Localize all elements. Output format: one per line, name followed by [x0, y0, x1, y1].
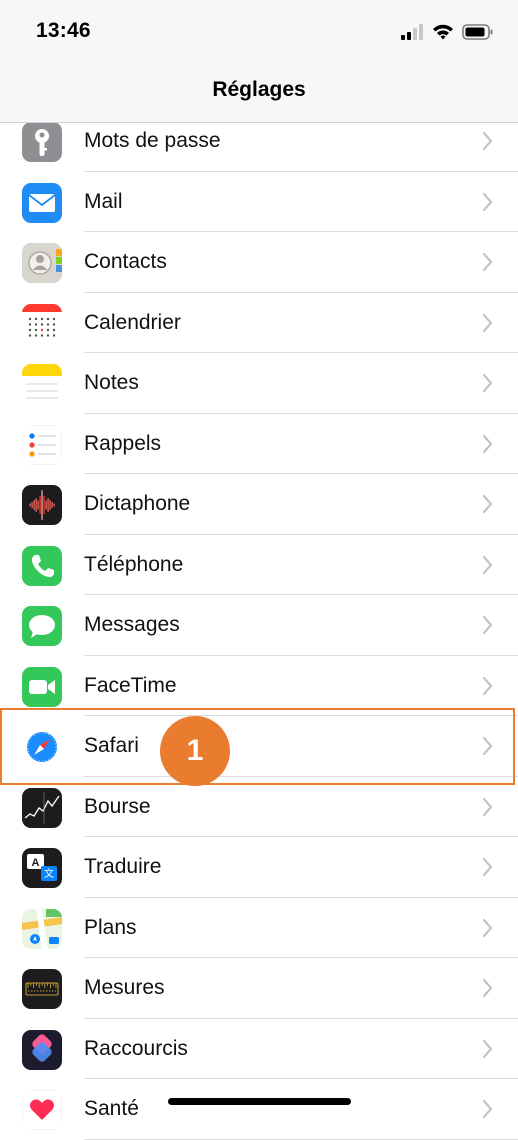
settings-row[interactable]: Contacts	[0, 232, 518, 293]
status-icons	[400, 22, 494, 42]
nav-bar: Réglages	[0, 66, 518, 123]
status-time: 13:46	[36, 19, 91, 42]
wifi-icon	[433, 24, 453, 40]
settings-row[interactable]: Santé	[0, 1079, 518, 1140]
chevron-right-icon	[482, 373, 494, 398]
chevron-right-icon	[482, 1099, 494, 1124]
settings-row-label: Bourse	[84, 794, 151, 818]
cellular-signal-icon	[401, 24, 423, 40]
chevron-right-icon	[482, 615, 494, 640]
settings-row-label: Traduire	[84, 855, 162, 878]
settings-row-label: Mots de passe	[84, 129, 221, 152]
messages-icon	[22, 606, 62, 646]
chevron-right-icon	[482, 555, 494, 580]
settings-row-label: Raccourcis	[84, 1036, 188, 1060]
row-separator	[84, 1138, 518, 1140]
settings-row[interactable]: Plans	[0, 898, 518, 958]
key-icon	[22, 122, 62, 162]
settings-row-label: Téléphone	[84, 552, 184, 576]
stocks-icon	[22, 787, 62, 828]
maps-icon	[22, 908, 62, 949]
settings-row-label: Mesures	[84, 976, 165, 999]
settings-row-label: Plans	[84, 915, 137, 939]
settings-row-label: Dictaphone	[84, 492, 191, 515]
settings-row-label: Rappels	[84, 431, 162, 455]
settings-row-label: Mail	[84, 189, 123, 213]
settings-row[interactable]: FaceTime	[0, 656, 518, 716]
phone-icon	[22, 545, 62, 586]
health-icon	[22, 1090, 62, 1130]
calendar-icon	[22, 303, 62, 344]
home-indicator[interactable]	[168, 1098, 351, 1105]
settings-row[interactable]: A 文 Traduire	[0, 837, 518, 898]
translate-icon: A文	[22, 848, 62, 888]
shortcuts-icon	[22, 1029, 62, 1070]
battery-icon	[462, 24, 493, 40]
chevron-right-icon	[482, 494, 494, 519]
settings-row-label: Notes	[84, 371, 139, 394]
facetime-icon	[22, 666, 62, 707]
settings-row-label: Calendrier	[84, 310, 181, 334]
chevron-right-icon	[482, 313, 494, 338]
chevron-right-icon	[482, 192, 494, 217]
notes-icon	[22, 364, 62, 404]
svg-text:A: A	[32, 857, 40, 869]
settings-row[interactable]: Rappels	[0, 414, 518, 474]
svg-text:文: 文	[44, 867, 54, 880]
settings-row[interactable]: Messages	[0, 595, 518, 656]
mail-icon	[22, 182, 62, 223]
settings-row[interactable]: Téléphone	[0, 535, 518, 595]
reminders-icon	[22, 424, 62, 465]
settings-row[interactable]: Dictaphone	[0, 474, 518, 535]
voice-memos-icon	[22, 485, 62, 525]
settings-row[interactable]: Mesures	[0, 958, 518, 1019]
chevron-right-icon	[482, 918, 494, 943]
chevron-right-icon	[482, 676, 494, 701]
chevron-right-icon	[482, 252, 494, 277]
chevron-right-icon	[482, 434, 494, 459]
settings-row[interactable]: Notes	[0, 353, 518, 414]
settings-row[interactable]: Raccourcis	[0, 1019, 518, 1079]
chevron-right-icon	[482, 857, 494, 882]
settings-row[interactable]: Calendrier	[0, 293, 518, 353]
chevron-right-icon	[482, 1039, 494, 1064]
settings-row[interactable]: Bourse	[0, 777, 518, 837]
status-bar: 13:46	[0, 0, 518, 66]
page-title: Réglages	[212, 78, 306, 101]
safari-row-highlight	[0, 708, 515, 785]
chevron-right-icon	[482, 978, 494, 1003]
settings-row-label: Santé	[84, 1097, 139, 1120]
contacts-icon	[22, 243, 62, 283]
settings-list: Mots de passe Mail Contacts Calendrier Notes…	[0, 111, 518, 1140]
chevron-right-icon	[482, 131, 494, 156]
settings-row-label: Messages	[84, 613, 180, 636]
settings-row-label: FaceTime	[84, 673, 177, 697]
chevron-right-icon	[482, 797, 494, 822]
measure-icon	[22, 969, 62, 1009]
settings-row[interactable]: Mail	[0, 172, 518, 232]
step-badge: 1	[160, 716, 230, 786]
settings-row-label: Contacts	[84, 250, 167, 273]
